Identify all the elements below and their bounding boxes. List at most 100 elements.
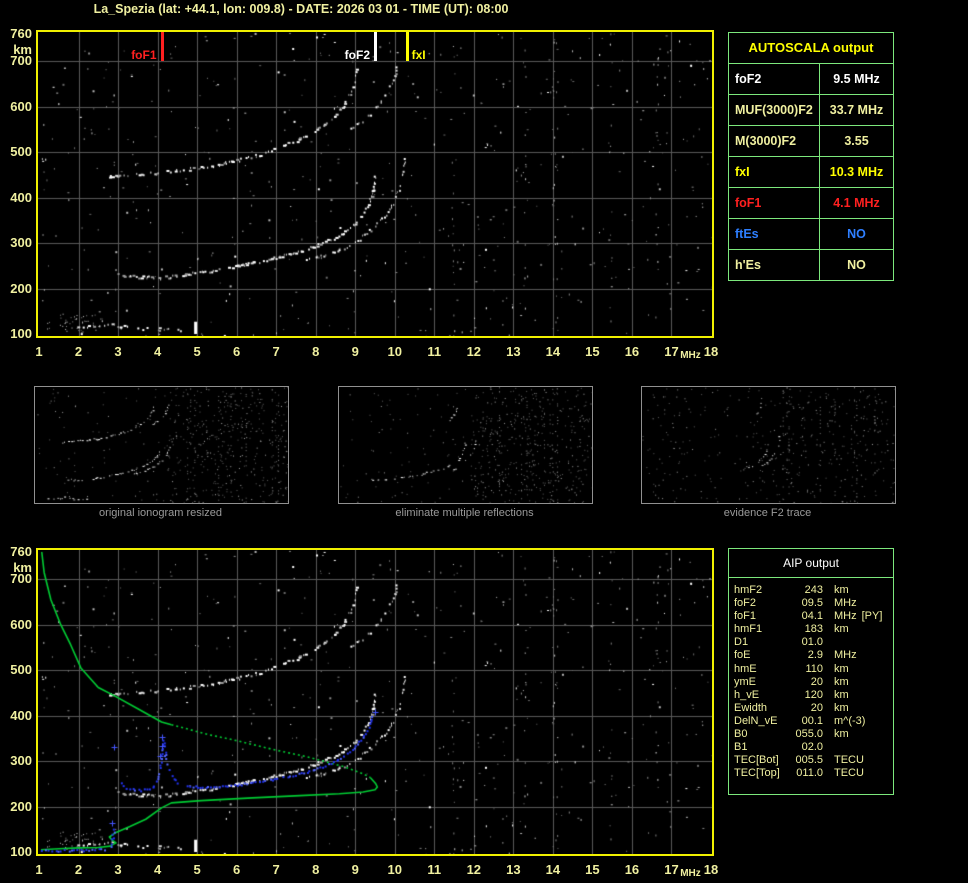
thumb-evidence-f2 [641,386,896,504]
aip-row: B1 02.0 [729,741,893,754]
aip-row-value: 120 [804,688,823,701]
aip-row-value: 005.5 [795,754,823,767]
y-tick-label: 300 [10,753,32,769]
aip-row-label: B1 [734,741,748,754]
aip-row-value: 243 [804,584,823,596]
x-tick-label: 16 [624,344,640,359]
autoscala-row: foF1 4.1 MHz [729,188,893,219]
aip-row: TEC[Top] 011.0 TECU [729,767,893,780]
aip-row-value: 011.0 [796,767,823,780]
autoscala-row: fxI 10.3 MHz [729,157,893,188]
x-tick-label: 7 [272,344,280,359]
x-tick-label: 13 [506,862,521,877]
x-tick-label: 8 [312,862,320,877]
autoscala-table-title: AUTOSCALA output [729,33,893,64]
autoscala-row: ftEs NO [729,219,893,250]
thumb-eliminate-reflections [338,386,593,504]
y-tick-label: 600 [10,98,32,114]
aip-row-value: 04.1 [801,610,823,623]
aip-row: DelN_vE 00.1 m^(-3) [729,715,893,728]
aip-row-label: foF1 [734,610,757,623]
aip-row-label: B0 [734,728,748,741]
aip-row-unit: km [834,688,849,701]
autoscala-row: foF2 9.5 MHz [729,64,893,95]
y-tick-label: 100 [10,844,32,859]
x-tick-label: 4 [153,344,162,359]
marker-fof1-bar [160,32,164,61]
y-tick-label: 200 [10,280,32,296]
bottom-ionogram-plot [36,548,714,856]
y-tick-label: 300 [10,235,32,251]
x-axis-unit: MHz [680,350,701,361]
thumb-original-ionogram [34,386,289,504]
autoscala-row-label: ftEs [729,219,820,249]
aip-row-label: ymE [734,675,756,688]
autoscala-row-label: fxI [729,157,820,187]
thumbnail-caption: original ionogram resized [99,507,222,519]
y-tick-label: 760 [10,544,32,559]
autoscala-row-value: NO [847,227,866,241]
aip-row: hmE 110 km [729,663,893,676]
autoscala-row: h'Es NO [729,250,893,280]
x-tick-label: 4 [153,862,162,877]
aip-row-label: hmF2 [734,584,763,596]
x-tick-label: 3 [114,344,122,359]
x-tick-label: 14 [545,344,561,359]
aip-row: TEC[Bot] 005.5 TECU [729,754,893,767]
top-ionogram-canvas [38,32,712,336]
autoscala-row-value: 3.55 [844,134,869,148]
y-tick-label: 500 [10,662,32,678]
x-tick-label: 18 [703,344,719,359]
top-ionogram-plot [36,30,714,338]
x-tick-label: 12 [466,344,482,359]
page-title: La_Spezia (lat: +44.1, lon: 009.8) - DAT… [93,2,509,16]
x-tick-label: 2 [74,862,83,877]
aip-row-label: hmF1 [734,623,763,636]
aip-row: hmF2 243 km [729,584,893,597]
x-tick-label: 18 [703,862,719,877]
y-tick-label: 200 [10,798,32,814]
aip-row-unit: MHz [834,610,857,623]
autoscala-row: MUF(3000)F2 33.7 MHz [729,95,893,126]
aip-row: foF2 09.5 MHz [729,597,893,610]
aip-row-value: 09.5 [801,597,823,610]
x-tick-label: 5 [193,862,201,877]
aip-row: D1 01.0 [729,636,893,649]
x-tick-label: 10 [387,862,402,877]
x-tick-label: 15 [585,344,600,359]
aip-row: foF1 04.1 MHz [PY] [729,610,893,623]
aip-row-label: DelN_vE [734,714,778,727]
x-tick-label: 2 [74,344,83,359]
aip-row-value: 02.0 [801,741,823,754]
aip-row-label: hmE [734,662,757,675]
x-tick-label: 14 [545,862,561,877]
aip-row-label: foF2 [734,597,757,610]
autoscala-row-label: h'Es [729,250,820,280]
y-tick-label: 760 [10,26,32,41]
marker-fof1-label: foF1 [131,48,157,62]
aip-row-unit: m^(-3) [834,714,866,727]
x-tick-label: 8 [312,344,320,359]
aip-row-unit: km [834,675,849,688]
x-tick-label: 15 [585,862,600,877]
aip-row-unit: MHz [834,649,857,662]
autoscala-row: M(3000)F2 3.55 [729,126,893,157]
aip-row: B0 055.0 km [729,728,893,741]
aip-row-value: 01.0 [801,636,823,649]
y-tick-label: 600 [10,616,32,632]
y-tick-label: 400 [10,189,32,205]
aip-row-value: 2.9 [807,649,823,662]
autoscala-row-value: 33.7 MHz [829,103,884,117]
aip-row: h_vE 120 km [729,689,893,702]
x-tick-label: 5 [193,344,201,359]
autoscala-row-value: 9.5 MHz [833,72,880,86]
y-tick-label: 100 [10,326,32,341]
aip-row-unit: km [834,584,849,596]
aip-row-unit: TECU [834,767,864,780]
x-tick-label: 1 [35,862,43,877]
x-tick-label: 10 [387,344,402,359]
bottom-ionogram-canvas [38,550,712,854]
aip-row-label: h_vE [734,688,760,701]
aip-row-unit: km [834,701,849,714]
x-tick-label: 6 [233,862,241,877]
